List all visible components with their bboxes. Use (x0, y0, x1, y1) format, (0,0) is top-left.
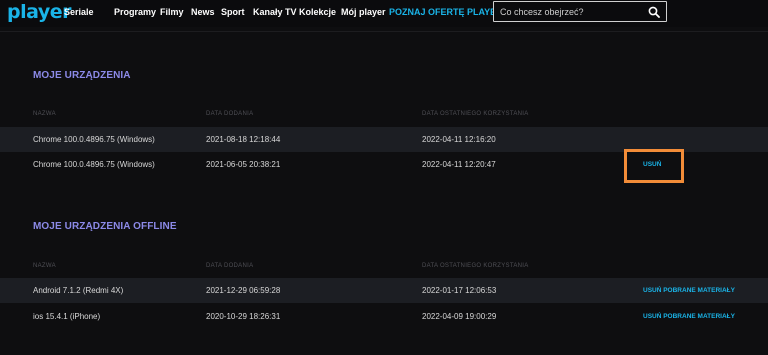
nav-filmy[interactable]: Filmy (160, 7, 184, 17)
remove-downloads-button[interactable]: USUŃ POBRANE MATERIAŁY (643, 287, 735, 294)
device-date-last-used: 2022-04-11 12:16:20 (422, 135, 496, 144)
nav-promo-offer[interactable]: POZNAJ OFERTĘ PLAYER (389, 7, 503, 17)
player-logo[interactable]: player (7, 1, 72, 23)
col-head-date-added: DATA DODANIA (206, 263, 254, 269)
nav-seriale[interactable]: Seriale (64, 7, 94, 17)
device-date-added: 2021-08-18 12:18:44 (206, 135, 281, 144)
nav-programy[interactable]: Programy (114, 7, 156, 17)
nav-kolekcje[interactable]: Kolekcje (299, 7, 336, 17)
device-name: ios 15.4.1 (iPhone) (33, 312, 101, 321)
device-date-added: 2021-12-29 06:59:28 (206, 286, 281, 295)
device-date-added: 2020-10-29 18:26:31 (206, 312, 281, 321)
search-icon[interactable] (648, 6, 660, 18)
col-head-date-added: DATA DODANIA (206, 111, 254, 117)
col-head-date-last-used: DATA OSTATNIEGO KORZYSTANIA (422, 263, 529, 269)
device-name: Chrome 100.0.4896.75 (Windows) (33, 135, 155, 144)
nav-moj-player[interactable]: Mój player (341, 7, 386, 17)
header-divider (0, 31, 768, 32)
top-navigation-bar: player Seriale Programy Filmy News Sport… (0, 0, 768, 27)
device-date-last-used: 2022-01-17 12:06:53 (422, 286, 497, 295)
col-head-date-last-used: DATA OSTATNIEGO KORZYSTANIA (422, 111, 529, 117)
device-name: Chrome 100.0.4896.75 (Windows) (33, 160, 155, 169)
remove-downloads-button[interactable]: USUŃ POBRANE MATERIAŁY (643, 313, 735, 320)
search-input[interactable] (500, 5, 640, 18)
highlight-box (624, 149, 684, 183)
device-date-last-used: 2022-04-11 12:20:47 (422, 160, 496, 169)
device-date-added: 2021-06-05 20:38:21 (206, 160, 281, 169)
table-row: ios 15.4.1 (iPhone) 2020-10-29 18:26:31 … (0, 304, 768, 329)
nav-news[interactable]: News (191, 7, 215, 17)
device-date-last-used: 2022-04-09 19:00:29 (422, 312, 497, 321)
devices-section-title: MOJE URZĄDZENIA (33, 70, 131, 81)
search-box (493, 1, 667, 22)
col-head-name: NAZWA (33, 111, 56, 117)
table-row: Android 7.1.2 (Redmi 4X) 2021-12-29 06:5… (0, 278, 768, 303)
device-name: Android 7.1.2 (Redmi 4X) (33, 286, 124, 295)
col-head-name: NAZWA (33, 263, 56, 269)
nav-kanaly-tv[interactable]: Kanały TV (253, 7, 297, 17)
offline-section-title: MOJE URZĄDZENIA OFFLINE (33, 221, 177, 232)
nav-sport[interactable]: Sport (221, 7, 245, 17)
